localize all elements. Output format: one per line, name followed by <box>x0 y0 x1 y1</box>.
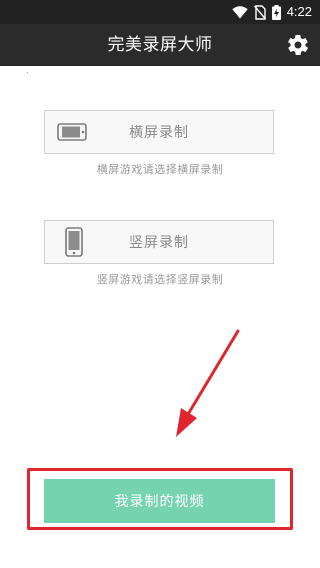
my-videos-button[interactable]: 我录制的视频 <box>44 479 275 523</box>
